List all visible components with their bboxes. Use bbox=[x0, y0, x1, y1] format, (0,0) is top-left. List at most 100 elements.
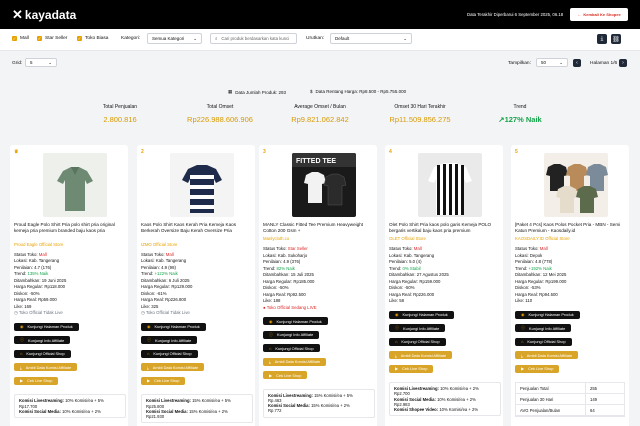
product-title[interactable]: MANLY Classic Fitted Tee Premium Heavywe… bbox=[263, 222, 375, 233]
penilaian-value: 4.9 (98) bbox=[161, 264, 176, 270]
commission-box: Komisi Livestreaming: 10% Komisi/ea + 2%… bbox=[389, 382, 501, 417]
trend-value: 0% Stabil bbox=[402, 265, 421, 271]
mall-checkbox[interactable]: ✓ Mall bbox=[12, 36, 29, 41]
kategori-label: Kategori: bbox=[121, 36, 141, 41]
download-icon[interactable]: ⤓ bbox=[597, 34, 607, 44]
status-value: Mall bbox=[38, 251, 47, 257]
product-title[interactable]: Olet Polo Shirt Pria kaos polo garis Kem… bbox=[389, 222, 501, 233]
shop-name[interactable]: KAOSDAILY.ID Official Store bbox=[515, 236, 570, 241]
product-card: 5 [Paket 4 Pcs] Kaos Polos Pocket Pria - … bbox=[511, 145, 629, 426]
visit-official-shop-button[interactable]: ⌂ Kunjungi Official Shop bbox=[515, 337, 572, 346]
grid-select[interactable]: 5 ⌄ bbox=[25, 58, 57, 67]
like-row: Like: 58 bbox=[389, 298, 405, 304]
visit-affiliate-button[interactable]: ⓘ Kunjungi Info Affiliate bbox=[389, 324, 446, 333]
back-to-shopee-label: Kembali Ke Shopee bbox=[583, 12, 621, 17]
search-placeholder: Cari produk berdasarkan kata kunci bbox=[221, 36, 290, 41]
stat-total-omset: Total Omset Rp226.988.606.906 bbox=[180, 104, 260, 124]
sales-table-row: Penjualan 30 Hari 149 bbox=[516, 394, 624, 406]
toko-biasa-label: Toko Biasa bbox=[85, 36, 109, 41]
shop-name[interactable]: Proud Eagle Official Store bbox=[14, 242, 63, 247]
status-value: Mall bbox=[413, 246, 422, 252]
product-image[interactable] bbox=[418, 153, 482, 217]
back-to-shopee-button[interactable]: ← Kembali Ke Shopee bbox=[570, 8, 628, 21]
ditambahkan-value: 6 Juli 2025 bbox=[168, 277, 190, 283]
status-value: Star Seller bbox=[287, 246, 308, 252]
shop-name[interactable]: OLET Official Store bbox=[389, 236, 426, 241]
product-image[interactable] bbox=[170, 153, 234, 217]
visit-product-button[interactable]: ◉ Kunjungi Halaman Produk bbox=[389, 310, 454, 319]
chevron-down-icon: ⌄ bbox=[48, 59, 52, 65]
next-page-button[interactable]: › bbox=[619, 59, 627, 67]
page-indicator: Halaman 1/6 bbox=[590, 61, 618, 66]
get-affiliate-commission-button[interactable]: ⤓ Ambil Data Komisi Affiliate bbox=[389, 351, 453, 360]
check-live-shop-button[interactable]: ▶ Cek Live Shop bbox=[14, 376, 59, 385]
visit-official-shop-button[interactable]: ⌂ Kunjungi Official Shop bbox=[141, 349, 198, 358]
product-title[interactable]: [Paket 4 Pcs] Kaos Polos Pocket Pria - M… bbox=[515, 222, 627, 233]
get-affiliate-commission-button[interactable]: ⤓ Ambil Data Komisi Affiliate bbox=[14, 363, 78, 372]
product-title[interactable]: Kaos Polo Shirt Kaos Kerah Pria Kemeja K… bbox=[141, 222, 253, 233]
eye-icon: ◉ bbox=[521, 312, 525, 318]
logo-mark-icon: ✕ bbox=[12, 6, 23, 22]
product-title[interactable]: Proud Eagle Polo Shirt Pria polo shirt p… bbox=[14, 222, 126, 233]
visit-affiliate-button[interactable]: ⓘ Kunjungi Info Affiliate bbox=[141, 336, 198, 345]
visit-official-shop-button[interactable]: ⌂ Kunjungi Official Shop bbox=[263, 344, 320, 353]
visit-product-button[interactable]: ◉ Kunjungi Halaman Produk bbox=[141, 322, 206, 331]
lokasi-value: Kab. Tangerang bbox=[28, 258, 60, 264]
harga-regular-value: Rp199.000 bbox=[545, 278, 567, 284]
prev-page-button[interactable]: ‹ bbox=[573, 59, 581, 67]
top-bar: ✕ kayadata Data Terakhir Diperbarui 6 Se… bbox=[0, 0, 640, 29]
product-image[interactable]: FITTED TEE bbox=[292, 153, 356, 217]
rentang-harga-info: $ Data Rentang Harga: Rp8.500 - Rp5.755.0… bbox=[310, 89, 406, 94]
logo[interactable]: ✕ kayadata bbox=[12, 7, 76, 23]
link-icon[interactable]: ⛓ bbox=[611, 34, 621, 44]
info-icon: ⓘ bbox=[395, 325, 399, 331]
diskon-value: -50% bbox=[29, 290, 40, 296]
get-affiliate-commission-button[interactable]: ⤓ Ambil Data Komisi Affiliate bbox=[141, 363, 205, 372]
clock-icon: ◷ bbox=[141, 310, 145, 316]
diskon-value: -50% bbox=[278, 285, 289, 291]
check-live-shop-button[interactable]: ▶ Cek Live Shop bbox=[515, 364, 560, 373]
kategori-select[interactable]: Semua Kategori ⌄ bbox=[147, 33, 202, 44]
penilaian-value: 4.9 (376) bbox=[283, 259, 301, 265]
visit-affiliate-button[interactable]: ⓘ Kunjungi Info Affiliate bbox=[14, 336, 71, 345]
search-input[interactable]: ⌕ Cari produk berdasarkan kata kunci bbox=[210, 33, 297, 44]
visit-official-shop-button[interactable]: ⌂ Kunjungi Official Shop bbox=[14, 349, 71, 358]
check-live-shop-button[interactable]: ▶ Cek Live Shop bbox=[263, 371, 308, 380]
toko-biasa-checkbox[interactable]: ✓ Toko Biasa bbox=[77, 36, 108, 41]
shop-icon: ⌂ bbox=[269, 345, 272, 351]
info-icon: ⓘ bbox=[147, 337, 151, 343]
live-icon: ▶ bbox=[269, 372, 273, 378]
dollar-icon: $ bbox=[310, 89, 313, 94]
visit-product-button[interactable]: ◉ Kunjungi Halaman Produk bbox=[515, 310, 580, 319]
get-affiliate-commission-button[interactable]: ⤓ Ambil Data Komisi Affiliate bbox=[263, 357, 327, 366]
visit-affiliate-button[interactable]: ⓘ Kunjungi Info Affiliate bbox=[515, 324, 572, 333]
visit-product-button[interactable]: ◉ Kunjungi Halaman Produk bbox=[263, 317, 328, 326]
shop-icon: ⌂ bbox=[395, 339, 398, 345]
urutkan-select[interactable]: Default ⌄ bbox=[330, 33, 412, 44]
shop-icon: ⌂ bbox=[20, 351, 23, 357]
check-live-shop-button[interactable]: ▶ Cek Live Shop bbox=[141, 376, 186, 385]
stat-value: Rp9.821.062.842 bbox=[291, 115, 349, 124]
shop-name[interactable]: IZMO Official Store bbox=[141, 242, 177, 247]
like-value: 188 bbox=[273, 298, 281, 304]
product-image[interactable] bbox=[43, 153, 107, 217]
product-image[interactable] bbox=[544, 153, 608, 217]
tampilkan-select[interactable]: 50 ⌄ bbox=[536, 58, 568, 67]
check-live-shop-button[interactable]: ▶ Cek Live Shop bbox=[389, 364, 434, 373]
kom-social-row: Komisi Social Media: 10% Komisi/ea + 2% bbox=[19, 408, 101, 414]
download-icon: ⤓ bbox=[395, 352, 397, 358]
product-details: Status Toko: Mall Lokasi: Kab. Tangerang P… bbox=[14, 252, 126, 317]
get-affiliate-commission-button[interactable]: ⤓ Ambil Data Komisi Affiliate bbox=[515, 351, 579, 360]
shop-name[interactable]: Manlycloth.co bbox=[263, 236, 289, 241]
visit-product-button[interactable]: ◉ Kunjungi Halaman Produk bbox=[14, 322, 79, 331]
check-icon: ✓ bbox=[77, 36, 82, 41]
crown-icon: ♛ bbox=[14, 149, 19, 155]
harga-real-value: Rp59.000 bbox=[38, 297, 57, 303]
star-seller-checkbox[interactable]: ✓ Star Seller bbox=[37, 36, 67, 41]
stat-total-penjualan: Total Penjualan 2.800.816 bbox=[80, 104, 160, 124]
stat-trend: Trend ↗127% Naik bbox=[480, 104, 560, 124]
visit-official-shop-button[interactable]: ⌂ Kunjungi Official Shop bbox=[389, 337, 446, 346]
visit-affiliate-button[interactable]: ⓘ Kunjungi Info Affiliate bbox=[263, 330, 320, 339]
stat-title: Total Omset bbox=[206, 104, 234, 110]
eye-icon: ◉ bbox=[20, 324, 24, 330]
